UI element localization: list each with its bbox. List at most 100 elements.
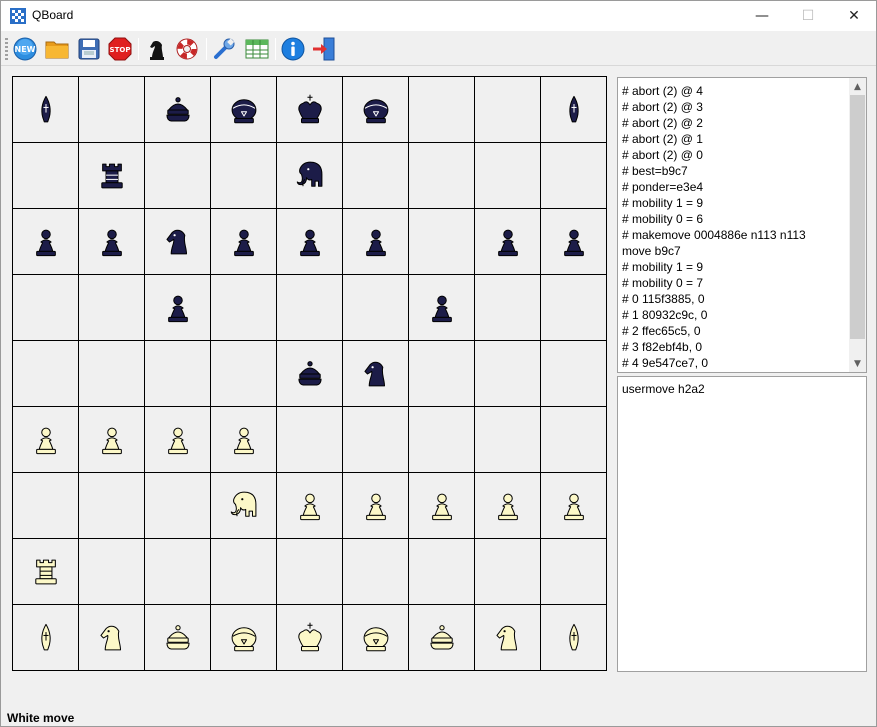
board-square[interactable] — [409, 275, 475, 341]
black-pawn-icon[interactable] — [29, 225, 63, 259]
white-pawn-icon[interactable] — [161, 423, 195, 457]
white-rook-icon[interactable] — [29, 555, 63, 589]
board-square[interactable] — [79, 539, 145, 605]
board-square[interactable] — [79, 473, 145, 539]
board-square[interactable] — [13, 407, 79, 473]
black-knight-icon[interactable] — [161, 225, 195, 259]
board-square[interactable] — [211, 275, 277, 341]
stop-button[interactable]: STOP — [106, 36, 134, 62]
board-square[interactable] — [13, 605, 79, 671]
board-square[interactable] — [277, 341, 343, 407]
save-button[interactable] — [75, 36, 103, 62]
board-square[interactable] — [145, 341, 211, 407]
board-square[interactable] — [277, 407, 343, 473]
black-general-icon[interactable] — [227, 93, 261, 127]
board-square[interactable] — [475, 143, 541, 209]
white-pawn-icon[interactable] — [425, 489, 459, 523]
black-pawn-icon[interactable] — [227, 225, 261, 259]
board-square[interactable] — [145, 407, 211, 473]
board-square[interactable] — [145, 539, 211, 605]
board-square[interactable] — [79, 341, 145, 407]
black-pawn-icon[interactable] — [161, 291, 195, 325]
engine-log-scrollbar[interactable]: ▲ ▼ — [849, 78, 866, 372]
board-square[interactable] — [343, 473, 409, 539]
board-square[interactable] — [13, 209, 79, 275]
board-square[interactable] — [79, 605, 145, 671]
white-pawn-icon[interactable] — [359, 489, 393, 523]
black-knight-icon[interactable] — [359, 357, 393, 391]
board-square[interactable] — [409, 209, 475, 275]
board-square[interactable] — [409, 77, 475, 143]
new-game-button[interactable]: NEW — [11, 36, 39, 62]
exit-button[interactable] — [310, 36, 338, 62]
engine-log[interactable]: # abort (2) @ 4 # abort (2) @ 3 # abort (2… — [617, 77, 867, 373]
white-pawn-icon[interactable] — [557, 489, 591, 523]
toolbar-grip[interactable] — [5, 38, 8, 60]
board-square[interactable] — [145, 605, 211, 671]
open-button[interactable] — [43, 36, 71, 62]
white-king-icon[interactable] — [293, 621, 327, 655]
board-square[interactable] — [13, 473, 79, 539]
engine-button[interactable] — [143, 36, 171, 62]
black-elephant-icon[interactable] — [293, 159, 327, 193]
board-square[interactable] — [277, 209, 343, 275]
board-square[interactable] — [79, 143, 145, 209]
board-square[interactable] — [13, 77, 79, 143]
board-square[interactable] — [13, 143, 79, 209]
black-pawn-icon[interactable] — [359, 225, 393, 259]
board-square[interactable] — [475, 209, 541, 275]
board-square[interactable] — [409, 473, 475, 539]
maximize-button[interactable]: ☐ — [785, 1, 831, 31]
board-square[interactable] — [475, 77, 541, 143]
board-square[interactable] — [475, 605, 541, 671]
board-square[interactable] — [211, 77, 277, 143]
flip-board-button[interactable] — [173, 36, 201, 62]
table-button[interactable] — [243, 36, 271, 62]
board-square[interactable] — [79, 77, 145, 143]
scroll-down-arrow[interactable]: ▼ — [849, 355, 866, 372]
white-prince-icon[interactable] — [425, 621, 459, 655]
white-elephant-icon[interactable] — [227, 489, 261, 523]
white-pawn-icon[interactable] — [29, 423, 63, 457]
board-square[interactable] — [277, 275, 343, 341]
board-square[interactable] — [343, 407, 409, 473]
board-square[interactable] — [343, 275, 409, 341]
board-square[interactable] — [541, 539, 607, 605]
black-king-icon[interactable] — [293, 93, 327, 127]
black-pawn-icon[interactable] — [491, 225, 525, 259]
white-pawn-icon[interactable] — [95, 423, 129, 457]
board-square[interactable] — [211, 341, 277, 407]
board-square[interactable] — [541, 341, 607, 407]
black-rook-icon[interactable] — [95, 159, 129, 193]
board-square[interactable] — [145, 77, 211, 143]
board-square[interactable] — [211, 605, 277, 671]
board-square[interactable] — [211, 473, 277, 539]
board-square[interactable] — [409, 407, 475, 473]
board-square[interactable] — [277, 473, 343, 539]
scroll-thumb[interactable] — [850, 95, 865, 339]
board-square[interactable] — [211, 143, 277, 209]
board-square[interactable] — [79, 275, 145, 341]
board-square[interactable] — [211, 407, 277, 473]
board-square[interactable] — [541, 605, 607, 671]
board-square[interactable] — [475, 341, 541, 407]
board-square[interactable] — [475, 473, 541, 539]
board-square[interactable] — [145, 143, 211, 209]
board-square[interactable] — [145, 275, 211, 341]
white-pawn-icon[interactable] — [293, 489, 327, 523]
settings-button[interactable] — [211, 36, 239, 62]
board-square[interactable] — [541, 407, 607, 473]
white-lance-icon[interactable] — [557, 621, 591, 655]
black-pawn-icon[interactable] — [557, 225, 591, 259]
black-prince-icon[interactable] — [161, 93, 195, 127]
scroll-up-arrow[interactable]: ▲ — [849, 78, 866, 95]
white-knight-icon[interactable] — [491, 621, 525, 655]
white-knight-icon[interactable] — [95, 621, 129, 655]
board-square[interactable] — [409, 143, 475, 209]
white-lance-icon[interactable] — [29, 621, 63, 655]
black-pawn-icon[interactable] — [95, 225, 129, 259]
board-square[interactable] — [145, 473, 211, 539]
board-square[interactable] — [277, 605, 343, 671]
black-general-icon[interactable] — [359, 93, 393, 127]
board-square[interactable] — [277, 539, 343, 605]
